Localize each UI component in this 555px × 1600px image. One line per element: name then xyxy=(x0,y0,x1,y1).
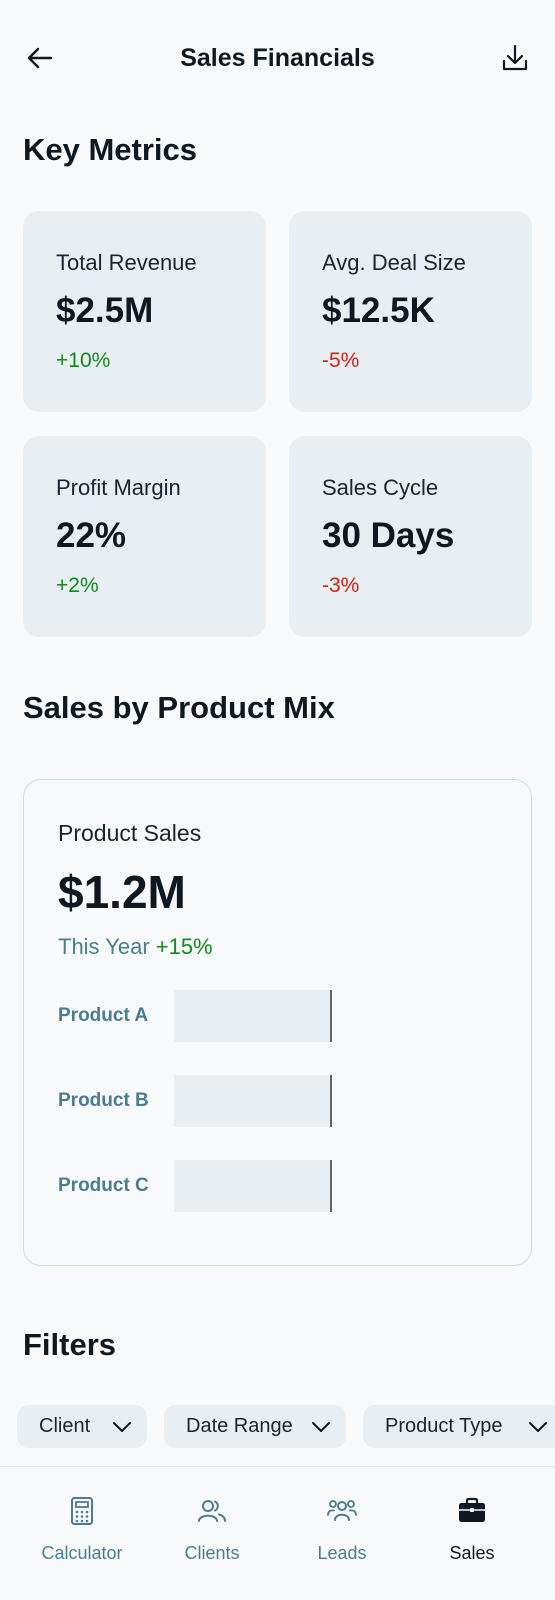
metric-value: 22% xyxy=(56,516,127,555)
chip-label: Client xyxy=(39,1415,91,1437)
metric-change: +10% xyxy=(56,349,111,372)
nav-label: Clients xyxy=(184,1543,240,1563)
metric-value: 30 Days xyxy=(322,516,455,555)
chip-label: Product Type xyxy=(385,1415,503,1437)
chart-period-line: This Year +15% xyxy=(58,932,213,962)
bar-end-marker xyxy=(330,1075,332,1127)
metric-value: $12.5K xyxy=(322,291,435,330)
clients-icon xyxy=(198,1500,226,1522)
nav-item-clients[interactable]: Clients xyxy=(152,1487,272,1567)
bar xyxy=(174,990,332,1042)
metric-card-sales-cycle[interactable]: Sales Cycle 30 Days -3% xyxy=(289,436,532,637)
chart-total-value: $1.2M xyxy=(58,866,186,918)
metric-change: -5% xyxy=(322,349,360,372)
metric-label: Total Revenue xyxy=(56,250,197,275)
bar-row-product-c: Product C xyxy=(58,1160,498,1212)
metric-change: -3% xyxy=(322,574,360,597)
download-icon xyxy=(502,44,528,71)
metric-value: $2.5M xyxy=(56,291,154,330)
chart-change: +15% xyxy=(155,934,213,959)
bar-row-product-b: Product B xyxy=(58,1075,498,1127)
bar-label: Product A xyxy=(58,1005,149,1026)
leads-icon xyxy=(327,1500,357,1521)
chart-period: This Year xyxy=(58,934,150,959)
bar xyxy=(174,1075,332,1127)
nav-label: Calculator xyxy=(41,1543,123,1563)
download-button[interactable] xyxy=(497,40,533,76)
chevron-down-icon xyxy=(529,1422,547,1432)
bar-label: Product C xyxy=(58,1175,149,1196)
filter-chip-row: Client Date Range Product Type xyxy=(17,1405,555,1448)
chip-label: Date Range xyxy=(186,1415,293,1437)
bottom-navigation: Calculator Clients Leads Sales xyxy=(0,1466,555,1600)
bar-label: Product B xyxy=(58,1090,149,1111)
bar-end-marker xyxy=(330,990,332,1042)
filter-chip-client[interactable]: Client xyxy=(17,1405,147,1448)
metric-label: Avg. Deal Size xyxy=(322,250,466,275)
bar xyxy=(174,1160,332,1212)
briefcase-icon xyxy=(459,1497,485,1522)
metric-label: Profit Margin xyxy=(56,475,181,500)
nav-item-sales[interactable]: Sales xyxy=(412,1487,532,1567)
chevron-down-icon xyxy=(312,1422,330,1432)
filters-heading: Filters xyxy=(23,1327,117,1362)
metric-card-avg-deal-size[interactable]: Avg. Deal Size $12.5K -5% xyxy=(289,211,532,412)
product-sales-chart-card: Product Sales $1.2M This Year +15% Produc… xyxy=(23,779,532,1266)
key-metrics-heading: Key Metrics xyxy=(23,132,198,167)
metric-label: Sales Cycle xyxy=(322,475,439,500)
nav-item-calculator[interactable]: Calculator xyxy=(22,1487,142,1567)
calculator-icon xyxy=(71,1497,93,1525)
metric-change: +2% xyxy=(56,574,99,597)
page-title: Sales Financials xyxy=(180,44,375,72)
metric-card-profit-margin[interactable]: Profit Margin 22% +2% xyxy=(23,436,266,637)
nav-label: Leads xyxy=(317,1543,367,1563)
metric-card-total-revenue[interactable]: Total Revenue $2.5M +10% xyxy=(23,211,266,412)
bar-row-product-a: Product A xyxy=(58,990,498,1042)
product-mix-heading: Sales by Product Mix xyxy=(23,690,335,725)
top-app-bar: Sales Financials xyxy=(0,0,555,112)
chart-title: Product Sales xyxy=(58,820,202,846)
chevron-down-icon xyxy=(113,1422,131,1432)
nav-item-leads[interactable]: Leads xyxy=(282,1487,402,1567)
filter-chip-product-type[interactable]: Product Type xyxy=(363,1405,555,1448)
filter-chip-date-range[interactable]: Date Range xyxy=(164,1405,346,1448)
nav-label: Sales xyxy=(449,1543,495,1563)
bar-end-marker xyxy=(330,1160,332,1212)
